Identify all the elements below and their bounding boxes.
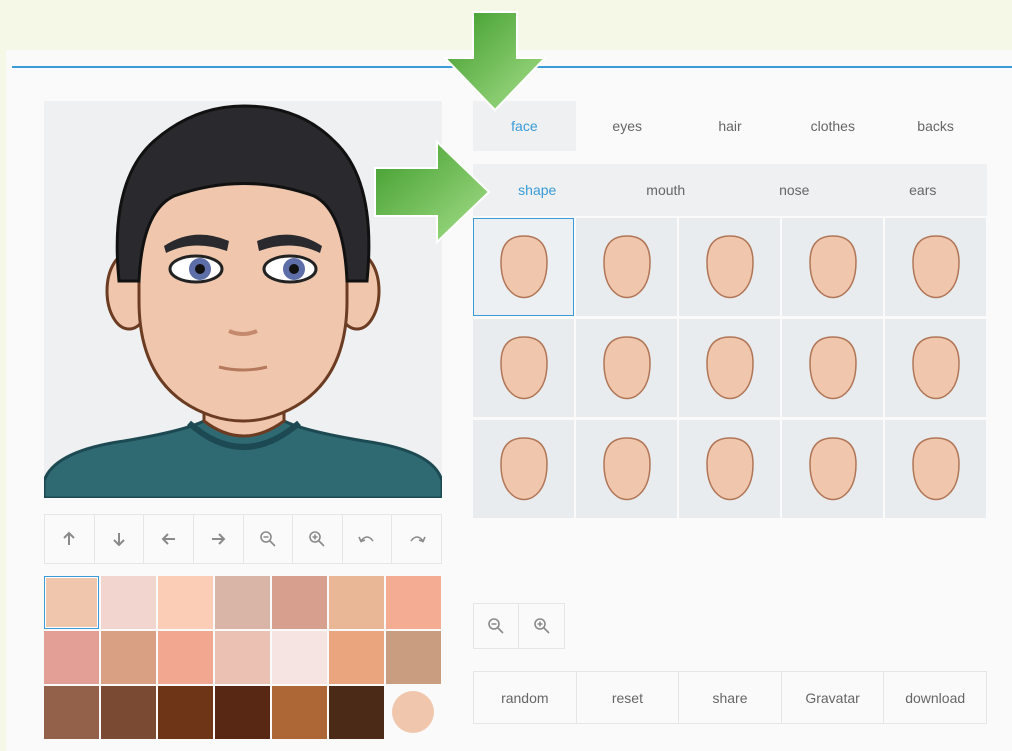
zoom-in-icon — [309, 531, 326, 547]
skin-swatch[interactable] — [215, 686, 270, 739]
face-shape-icon — [808, 437, 857, 501]
position-toolbar — [44, 514, 442, 564]
face-shape-icon — [602, 437, 651, 501]
skin-swatch[interactable] — [44, 686, 99, 739]
face-shape-icon — [705, 235, 754, 299]
face-shape-option[interactable] — [679, 218, 780, 316]
face-shape-option[interactable] — [473, 319, 574, 417]
zoom-out-button[interactable] — [244, 515, 294, 563]
category-tabs: face eyes hair clothes backs — [473, 101, 987, 151]
face-shape-option[interactable] — [885, 319, 986, 417]
share-button[interactable]: share — [679, 672, 782, 723]
download-button[interactable]: download — [884, 672, 986, 723]
skin-swatch[interactable] — [158, 686, 213, 739]
selected-skin-preview — [392, 691, 434, 733]
reset-button[interactable]: reset — [577, 672, 680, 723]
skin-swatch[interactable] — [44, 576, 99, 629]
tab-eyes[interactable]: eyes — [576, 101, 679, 151]
skin-swatch[interactable] — [44, 631, 99, 684]
move-up-button[interactable] — [45, 515, 95, 563]
arrow-right-icon — [212, 533, 226, 545]
face-shape-icon — [911, 336, 960, 400]
face-shape-option[interactable] — [576, 420, 677, 518]
gravatar-button[interactable]: Gravatar — [782, 672, 885, 723]
face-shape-icon — [602, 235, 651, 299]
skin-swatch[interactable] — [158, 576, 213, 629]
face-shape-option[interactable] — [782, 319, 883, 417]
option-zoom-controls — [473, 603, 565, 649]
redo-button[interactable] — [392, 515, 441, 563]
face-shape-option[interactable] — [782, 420, 883, 518]
skin-swatch[interactable] — [329, 631, 384, 684]
tab-clothes[interactable]: clothes — [781, 101, 884, 151]
zoom-out-icon — [260, 531, 276, 547]
skin-swatch[interactable] — [101, 631, 156, 684]
options-zoom-in-button[interactable] — [519, 603, 565, 649]
undo-icon — [358, 536, 374, 543]
tab-backs[interactable]: backs — [884, 101, 987, 151]
subtab-nose[interactable]: nose — [730, 164, 859, 216]
skin-swatch[interactable] — [215, 576, 270, 629]
skin-swatch[interactable] — [329, 686, 384, 739]
options-zoom-out-button[interactable] — [473, 603, 519, 649]
move-left-button[interactable] — [144, 515, 194, 563]
pointer-arrow-down-icon — [443, 11, 547, 112]
skin-swatch[interactable] — [272, 631, 327, 684]
skin-swatch[interactable] — [386, 576, 441, 629]
face-shape-option[interactable] — [576, 218, 677, 316]
skin-swatch[interactable] — [272, 686, 327, 739]
skin-swatch[interactable] — [215, 631, 270, 684]
face-shape-option[interactable] — [679, 420, 780, 518]
face-shape-icon — [705, 336, 754, 400]
face-shape-icon — [911, 235, 960, 299]
random-button[interactable]: random — [474, 672, 577, 723]
zoom-in-button[interactable] — [293, 515, 343, 563]
redo-icon — [410, 536, 426, 543]
face-shape-icon — [705, 437, 754, 501]
face-shape-icon — [499, 235, 548, 299]
skin-swatch[interactable] — [101, 576, 156, 629]
face-shape-option[interactable] — [885, 218, 986, 316]
face-shape-icon — [911, 437, 960, 501]
subtab-shape[interactable]: shape — [473, 164, 602, 216]
skin-swatch[interactable] — [329, 576, 384, 629]
face-shape-option[interactable] — [576, 319, 677, 417]
pointer-arrow-right-icon — [374, 140, 491, 244]
face-shape-option[interactable] — [885, 420, 986, 518]
undo-button[interactable] — [343, 515, 393, 563]
move-down-button[interactable] — [95, 515, 145, 563]
face-shape-icon — [499, 437, 548, 501]
face-shape-icon — [808, 336, 857, 400]
face-shape-option[interactable] — [679, 319, 780, 417]
skin-swatch[interactable] — [158, 631, 213, 684]
arrow-left-icon — [161, 533, 175, 545]
face-shape-grid — [473, 218, 987, 518]
skin-color-palette — [44, 576, 442, 741]
face-shape-option[interactable] — [782, 218, 883, 316]
subtab-ears[interactable]: ears — [859, 164, 988, 216]
arrow-up-icon — [63, 531, 76, 545]
face-shape-icon — [602, 336, 651, 400]
face-subtabs: shape mouth nose ears — [473, 164, 987, 216]
skin-swatch[interactable] — [272, 576, 327, 629]
subtab-mouth[interactable]: mouth — [602, 164, 731, 216]
skin-swatch[interactable] — [386, 631, 441, 684]
arrow-down-icon — [113, 533, 125, 547]
face-shape-icon — [499, 336, 548, 400]
move-right-button[interactable] — [194, 515, 244, 563]
zoom-in-icon — [533, 618, 550, 634]
face-shape-icon — [808, 235, 857, 299]
face-shape-option[interactable] — [473, 420, 574, 518]
tab-hair[interactable]: hair — [679, 101, 782, 151]
skin-swatch[interactable] — [101, 686, 156, 739]
zoom-out-icon — [488, 618, 504, 634]
action-bar: random reset share Gravatar download — [473, 671, 987, 724]
